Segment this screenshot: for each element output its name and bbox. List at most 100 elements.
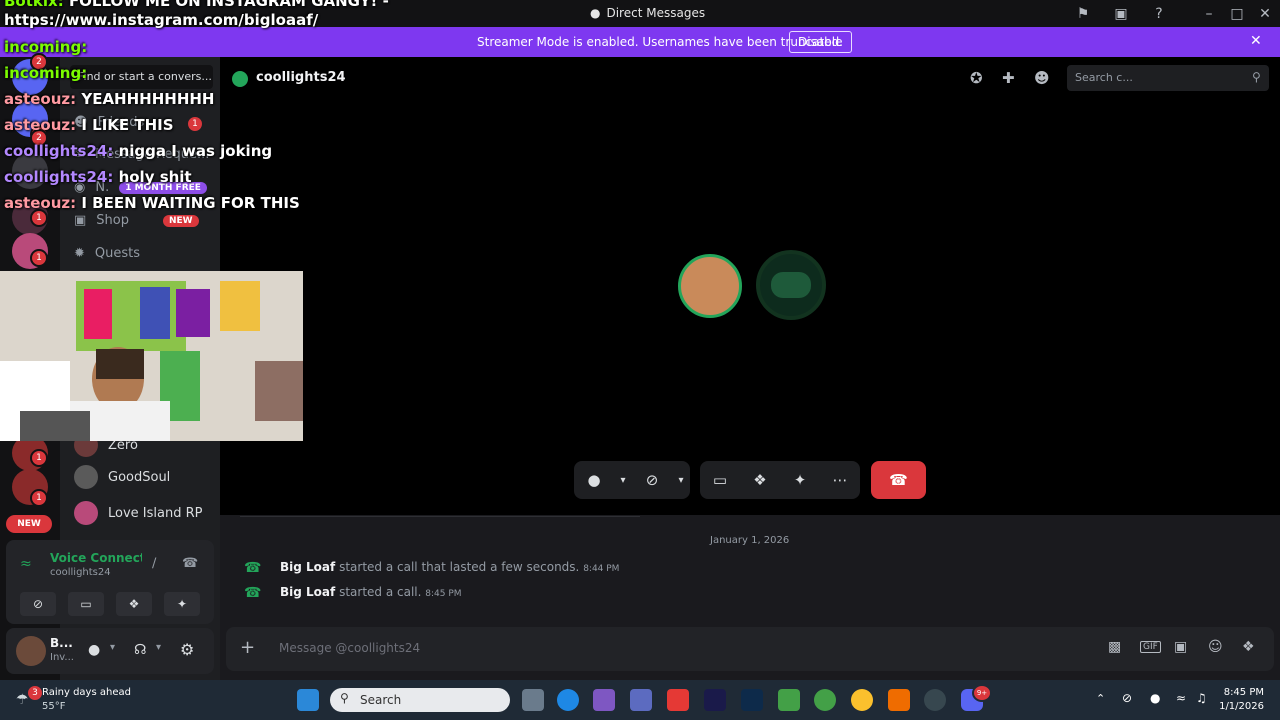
participant-avatar[interactable]	[756, 250, 826, 320]
dm-item[interactable]: Love Island RP	[74, 501, 202, 525]
activities-icon[interactable]: ❖	[740, 471, 780, 489]
sidebar-item-quests[interactable]: ✹ Quests	[74, 246, 140, 261]
help-icon[interactable]: ?	[1146, 1, 1172, 27]
chrome-icon[interactable]	[814, 689, 836, 711]
obs-icon[interactable]	[924, 689, 946, 711]
photoshop-icon[interactable]	[741, 689, 763, 711]
profile-icon[interactable]: ☻	[1034, 69, 1050, 87]
inbox-icon[interactable]: ▣	[1108, 1, 1134, 27]
signal-icon: ≈	[20, 556, 32, 572]
clock-date[interactable]: 1/1/2026	[1218, 701, 1264, 712]
pin-icon[interactable]: ✪	[970, 69, 983, 87]
overlay-message: incoming:	[4, 64, 88, 82]
participant-avatar[interactable]	[678, 254, 742, 318]
overlay-header: Botkix: FOLLOW ME ON INSTAGRAM GANGY! -	[4, 0, 389, 10]
hang-up-button[interactable]: ☎	[871, 461, 926, 499]
apps-icon[interactable]: ❖	[1242, 639, 1255, 655]
close-banner-icon[interactable]: ✕	[1250, 33, 1262, 49]
screen-share-button[interactable]: ▭	[68, 592, 104, 616]
message-composer[interactable]: + Message @coollights24 ▩ GIF ▣ ☺ ❖	[226, 627, 1274, 671]
sticker-icon[interactable]: ▣	[1174, 639, 1187, 655]
discord-badge: 9+	[972, 684, 992, 702]
weather-title[interactable]: Rainy days ahead	[42, 687, 131, 698]
date-divider: January 1, 2026	[710, 535, 790, 546]
rail-badge: 1	[30, 449, 48, 467]
chat-area: January 1, 2026 ☎ Big Loaf started a cal…	[220, 515, 1280, 680]
flag-icon[interactable]: ⚑	[1070, 1, 1096, 27]
add-friend-icon[interactable]: ✚	[1002, 69, 1015, 87]
overlay-message: coollights24: nigga I was joking	[4, 142, 273, 160]
app-icon[interactable]	[888, 689, 910, 711]
chrome-icon[interactable]	[851, 689, 873, 711]
more-options-icon[interactable]: ⋯	[820, 471, 860, 489]
disconnect-icon[interactable]: ☎	[182, 556, 198, 571]
copilot-icon[interactable]	[593, 689, 615, 711]
activity-controls: ▭ ❖ ✦ ⋯	[700, 461, 860, 499]
clock-time[interactable]: 8:45 PM	[1222, 687, 1264, 698]
chevron-up-icon[interactable]: ⌃	[1096, 692, 1105, 705]
windows-start-icon[interactable]	[297, 689, 319, 711]
audio-controls: ● ▾ ⊘ ▾	[574, 461, 690, 499]
noise-suppression-icon[interactable]: ∕	[152, 556, 156, 571]
soundboard-icon[interactable]: ✦	[780, 471, 820, 489]
disable-streamer-mode-button[interactable]: Disable	[789, 31, 852, 53]
search-input[interactable]: Search c...	[1067, 65, 1269, 91]
add-attachment-icon[interactable]: +	[240, 637, 255, 658]
window-title: ● Direct Messages	[590, 6, 706, 20]
screen-share-icon[interactable]: ▭	[700, 471, 740, 489]
app-icon[interactable]	[778, 689, 800, 711]
quests-icon: ✹	[74, 246, 85, 261]
call-log-entry: Big Loaf started a call that lasted a fe…	[280, 560, 620, 574]
edge-icon[interactable]	[557, 689, 579, 711]
overlay-message: asteouz: YEAHHHHHHHH	[4, 90, 215, 108]
video-off-button[interactable]: ⊘	[20, 592, 56, 616]
phone-icon: ☎	[244, 585, 262, 601]
headphones-icon[interactable]: ☊	[134, 642, 146, 658]
voice-panel: ≈ Voice Connected coollights24 ∕ ☎ ⊘ ▭ ❖…	[6, 540, 214, 624]
voice-status[interactable]: Voice Connected	[50, 551, 142, 565]
sidebar-item-shop[interactable]: ▣ Shop NEW	[74, 213, 199, 228]
new-servers-pill[interactable]: NEW	[6, 515, 52, 533]
gear-icon[interactable]: ⚙	[180, 640, 194, 659]
user-name: B...	[50, 636, 73, 650]
minimize-button[interactable]: –	[1196, 1, 1222, 27]
avatar	[74, 501, 98, 525]
webcam-feed	[0, 271, 303, 441]
notification-off-icon[interactable]: ⊘	[1122, 691, 1132, 705]
emoji-icon[interactable]: ☺	[1208, 639, 1223, 655]
discord-logo-icon	[771, 272, 811, 298]
premiere-icon[interactable]	[704, 689, 726, 711]
app-icon[interactable]	[667, 689, 689, 711]
wifi-icon[interactable]: ≈	[1176, 691, 1186, 705]
shop-icon: ▣	[74, 213, 87, 228]
find-conversation-input[interactable]: Find or start a convers...	[70, 65, 213, 89]
avatar	[74, 465, 98, 489]
message-input[interactable]: Message @coollights24	[279, 641, 420, 655]
dm-item[interactable]: GoodSoul	[74, 465, 170, 489]
chevron-down-icon[interactable]: ▾	[110, 642, 115, 653]
gif-icon[interactable]: GIF	[1140, 641, 1161, 653]
maximize-button[interactable]: □	[1224, 1, 1250, 27]
volume-icon[interactable]: ♫	[1196, 691, 1207, 705]
soundboard-button[interactable]: ✦	[164, 592, 200, 616]
rail-badge: 1	[30, 249, 48, 267]
camera-off-icon[interactable]: ⊘	[632, 471, 672, 489]
teams-icon[interactable]	[630, 689, 652, 711]
weather-temp: 55°F	[42, 701, 66, 712]
taskbar-search[interactable]: ⚲ Search	[330, 688, 510, 712]
microphone-icon[interactable]: ●	[1150, 691, 1160, 705]
activities-button[interactable]: ❖	[116, 592, 152, 616]
microphone-icon[interactable]: ●	[574, 471, 614, 489]
overlay-message: asteouz: I LIKE THIS	[4, 116, 174, 134]
chevron-down-icon[interactable]: ▾	[672, 475, 690, 486]
gift-icon[interactable]: ▩	[1108, 639, 1121, 655]
task-view-icon[interactable]	[522, 689, 544, 711]
avatar[interactable]	[16, 636, 46, 666]
microphone-icon[interactable]: ●	[88, 642, 100, 658]
close-window-button[interactable]: ✕	[1252, 1, 1278, 27]
user-panel: B... Inv... ● ▾ ☊ ▾ ⚙	[6, 628, 214, 674]
chevron-down-icon[interactable]: ▾	[614, 475, 632, 486]
chevron-down-icon[interactable]: ▾	[156, 642, 161, 653]
voice-channel: coollights24	[50, 567, 111, 578]
call-log-entry: Big Loaf started a call. 8:45 PM	[280, 585, 462, 599]
